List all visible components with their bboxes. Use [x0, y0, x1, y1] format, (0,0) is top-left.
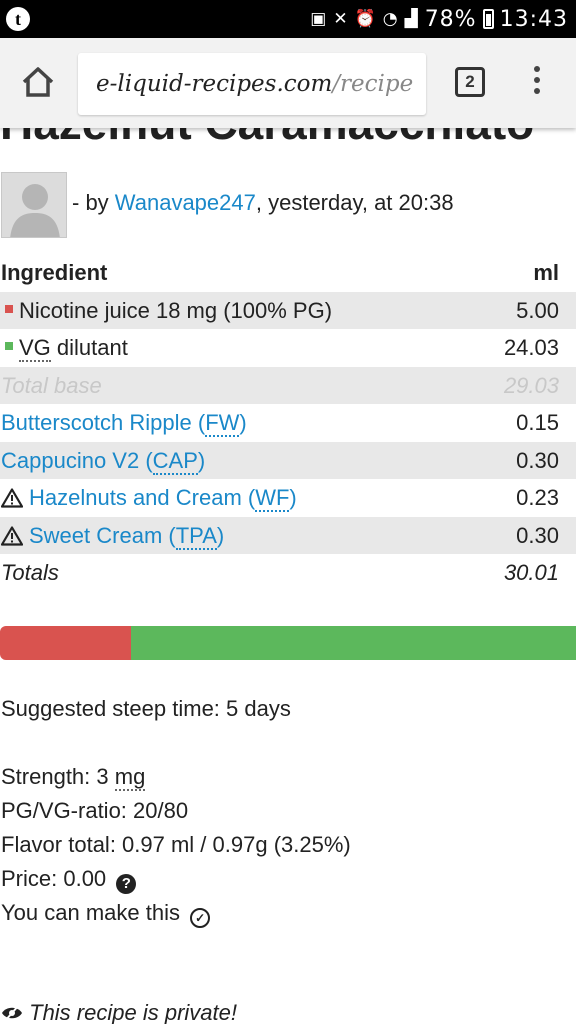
table-row-flavor: Butterscotch Ripple (FW) 0.15 — [1, 410, 559, 437]
table-row-flavor: Sweet Cream (TPA) 0.30 — [0, 516, 576, 554]
flavor-total: Flavor total: 0.97 ml / 0.97g (3.25%) — [1, 832, 351, 857]
tab-switcher-button[interactable]: 2 — [455, 67, 485, 97]
clock: 13:43 — [499, 6, 568, 32]
strength: Strength: 3 mg — [1, 764, 146, 791]
battery-icon — [482, 9, 494, 29]
overflow-menu-icon[interactable] — [527, 66, 547, 100]
flavor-link[interactable]: Sweet Cream (TPA) — [29, 522, 224, 550]
address-bar[interactable]: e-liquid-recipes.com/recipe — [78, 53, 426, 115]
pg-color-square — [5, 304, 13, 313]
header-ml: ml — [533, 260, 559, 285]
status-icons: ▣ ✕ ⏰ ◔ ▟ 78% 13:43 — [310, 5, 568, 33]
table-row-nicotine: Nicotine juice 18 mg (100% PG) 5.00 — [0, 291, 576, 329]
flavor-link[interactable]: Cappucino V2 (CAP) — [1, 447, 205, 475]
flavor-link[interactable]: Hazelnuts and Cream (WF) — [29, 485, 297, 512]
steep-time: Suggested steep time: 5 days — [1, 696, 291, 721]
warning-icon[interactable] — [1, 525, 23, 546]
nfc-icon: ▣ — [310, 9, 328, 29]
table-row-total-base: Total base 29.03 — [0, 366, 576, 404]
user-silhouette-icon — [10, 184, 60, 237]
help-icon[interactable]: ? — [116, 874, 137, 894]
alarm-icon: ⏰ — [354, 9, 377, 29]
header-ingredient: Ingredient — [1, 260, 108, 285]
tumblr-app-icon: t — [6, 7, 30, 31]
signal-icon: ▟ — [404, 9, 419, 29]
eye-slash-icon — [2, 1004, 22, 1022]
vg-color-square — [5, 342, 13, 350]
home-icon[interactable] — [18, 62, 58, 102]
price: Price: 0.00 ? — [1, 866, 137, 894]
browser-toolbar: e-liquid-recipes.com/recipe 2 — [0, 38, 576, 128]
table-row-vg: VG dilutant 24.03 — [0, 329, 576, 367]
ingredient-table: Ingredient ml Nicotine juice 18 mg (100%… — [0, 254, 576, 592]
avatar — [1, 172, 67, 238]
table-row-totals: Totals 30.01 — [1, 560, 559, 585]
mute-icon: ✕ — [333, 9, 349, 29]
url-path: /recipe — [332, 71, 414, 97]
vg-segment — [130, 626, 576, 660]
table-row-flavor: Hazelnuts and Cream (WF) 0.23 — [0, 479, 576, 517]
pg-vg-ratio: PG/VG-ratio: 20/80 — [1, 798, 189, 823]
check-circle-icon: ✓ — [190, 908, 211, 928]
can-make: You can make this ✓ — [1, 900, 211, 928]
table-row-flavor: Cappucino V2 (CAP) 0.30 — [0, 441, 576, 479]
wifi-icon: ◔ — [382, 9, 399, 29]
private-notice: This recipe is private! — [1, 1000, 237, 1024]
status-bar: t ▣ ✕ ⏰ ◔ ▟ 78% 13:43 — [0, 0, 576, 38]
warning-icon[interactable] — [1, 488, 23, 508]
pg-vg-ratio-bar — [0, 626, 576, 660]
flavor-link[interactable]: Butterscotch Ripple (FW) — [1, 410, 247, 437]
url-domain: e-liquid-recipes.com — [96, 71, 333, 97]
pg-segment — [0, 626, 131, 660]
byline: - by Wanavape247, yesterday, at 20:38 — [72, 190, 454, 215]
table-header: Ingredient ml — [0, 254, 576, 292]
battery-percent: 78% — [424, 6, 477, 32]
author-link[interactable]: Wanavape247 — [115, 190, 256, 215]
